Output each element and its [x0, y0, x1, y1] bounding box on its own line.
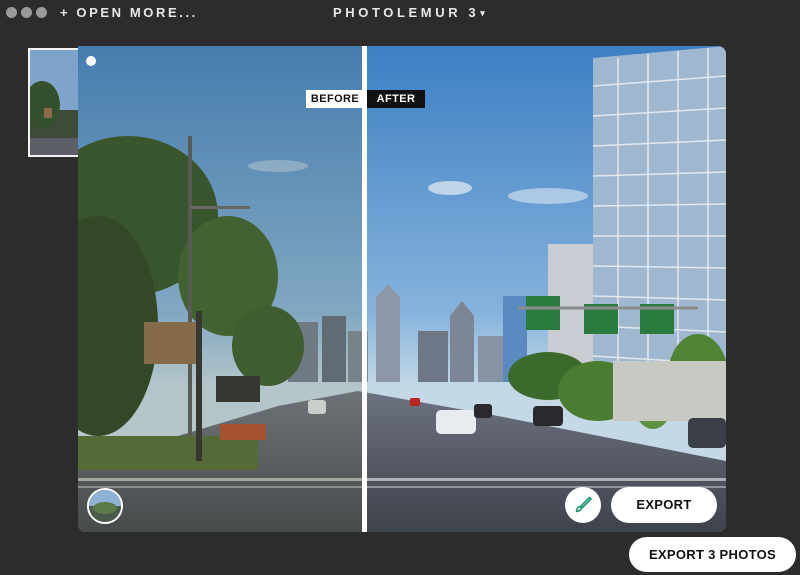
window-minimize-button[interactable]: [21, 7, 32, 18]
app-title-menu[interactable]: PHOTOLEMUR 3▾: [333, 5, 485, 20]
window-close-button[interactable]: [6, 7, 17, 18]
app-title-text: PHOTOLEMUR 3: [333, 5, 480, 20]
compare-slider-handle[interactable]: [362, 46, 367, 532]
before-overlay: [78, 46, 364, 532]
photo-preview[interactable]: BEFORE AFTER EXPORT: [78, 46, 726, 532]
before-label: BEFORE: [306, 90, 364, 108]
open-more-button[interactable]: + OPEN MORE...: [60, 5, 198, 20]
export-all-button[interactable]: EXPORT 3 PHOTOS: [629, 537, 796, 572]
thumbnail-image: [30, 50, 78, 155]
chevron-down-icon: ▾: [480, 8, 485, 18]
status-indicator-dot: [86, 56, 96, 66]
style-preset-avatar[interactable]: [87, 488, 123, 524]
window-zoom-button[interactable]: [36, 7, 47, 18]
brush-icon: [575, 496, 592, 513]
brush-button[interactable]: [565, 487, 601, 523]
export-button[interactable]: EXPORT: [611, 487, 717, 523]
after-label: AFTER: [367, 90, 425, 108]
preset-thumbnail-image: [89, 490, 121, 522]
photo-thumbnail[interactable]: [28, 48, 78, 157]
title-bar: + OPEN MORE... PHOTOLEMUR 3▾: [0, 0, 800, 26]
